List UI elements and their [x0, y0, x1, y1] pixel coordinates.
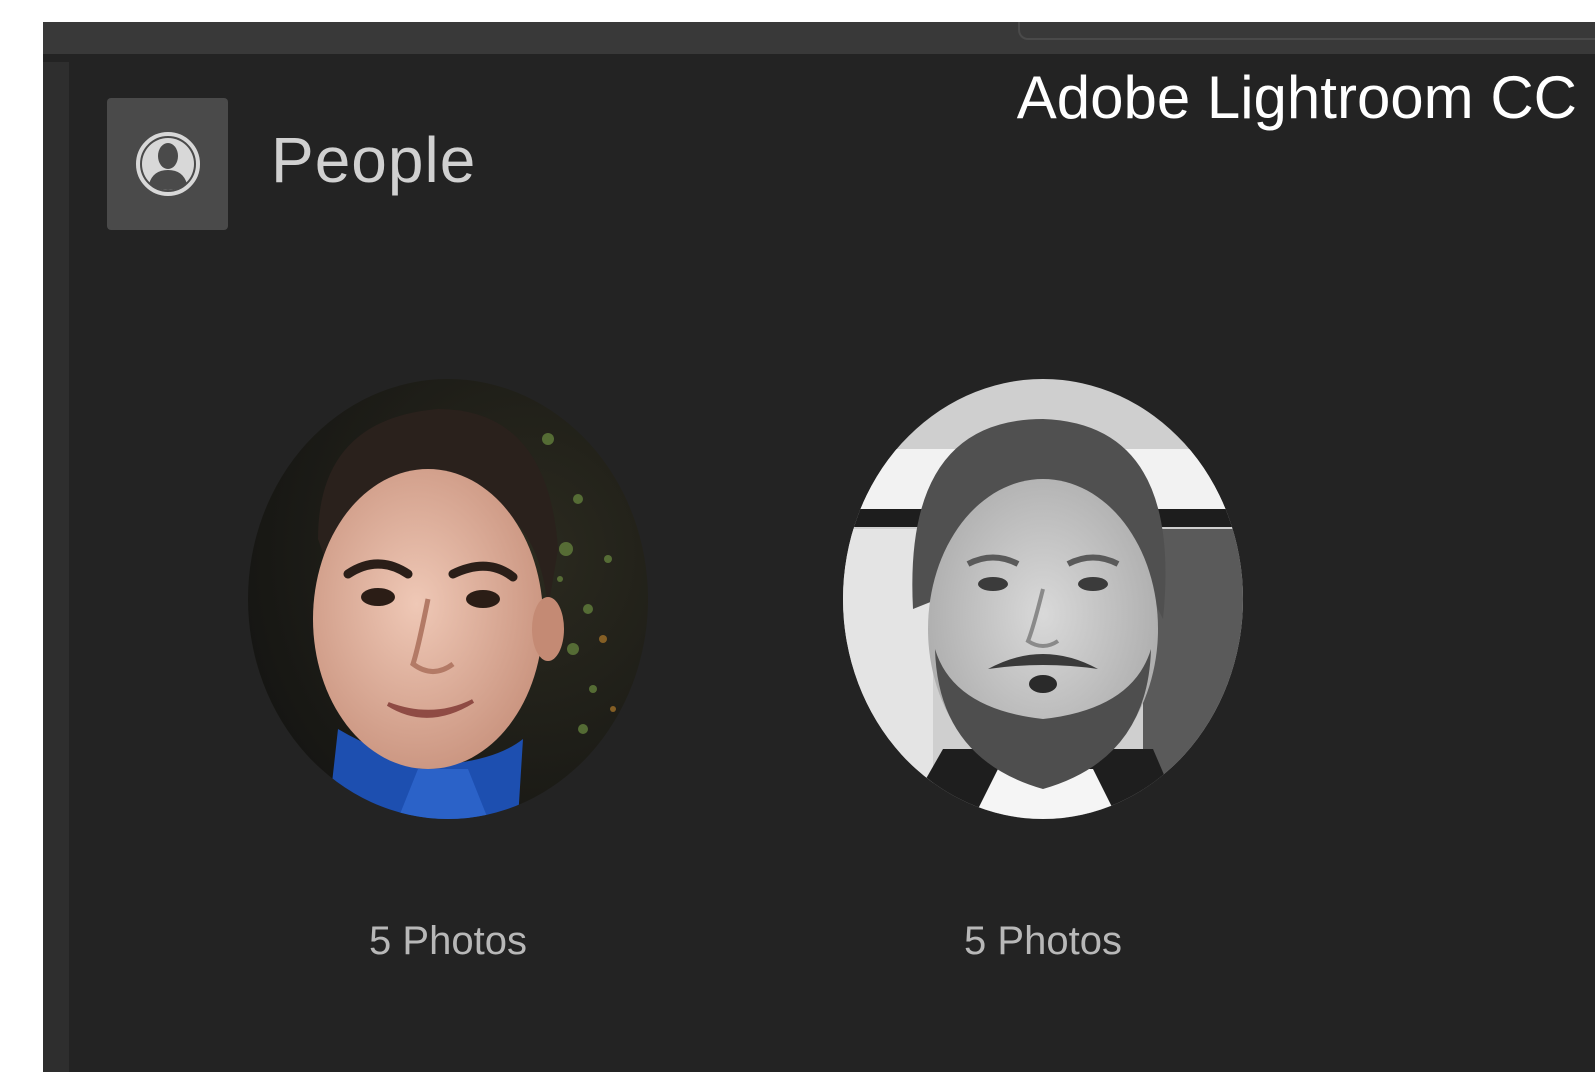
app-caption: Adobe Lightroom CC — [1016, 64, 1577, 131]
person-icon — [107, 98, 228, 230]
person-face-photo[interactable] — [248, 379, 648, 819]
person-face-photo[interactable] — [843, 379, 1243, 819]
people-title: People — [271, 124, 477, 196]
photo-count-label: 5 Photos — [964, 919, 1122, 963]
photo-count-label: 5 Photos — [369, 919, 527, 963]
lightroom-window: Adobe Lightroom CC People 5 Photos 5 Pho… — [43, 22, 1595, 1072]
person-card[interactable]: 5 Photos — [843, 379, 1243, 963]
left-panel-edge — [43, 62, 69, 1072]
top-bar-field[interactable] — [1018, 22, 1595, 40]
top-bar — [43, 22, 1595, 54]
person-card[interactable]: 5 Photos — [248, 379, 648, 963]
